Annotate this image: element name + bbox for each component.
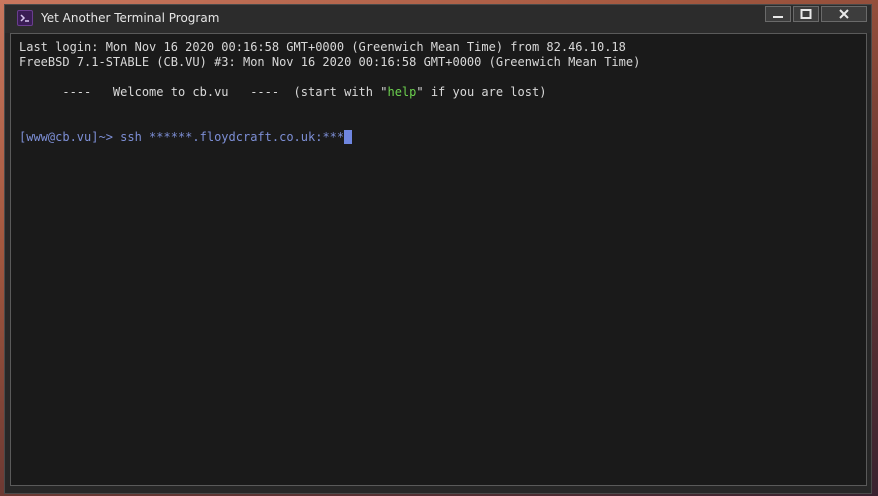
minimize-button[interactable] <box>765 6 791 22</box>
close-icon <box>839 9 849 19</box>
window-title: Yet Another Terminal Program <box>41 11 220 25</box>
minimize-icon <box>773 16 783 18</box>
system-info-line: FreeBSD 7.1-STABLE (CB.VU) #3: Mon Nov 1… <box>19 55 641 69</box>
welcome-text-prefix: ---- Welcome to cb.vu ---- (start with " <box>19 85 388 99</box>
command-input[interactable]: ssh ******.floydcraft.co.uk:*** <box>120 130 344 144</box>
welcome-text-suffix: " if you are lost) <box>416 85 547 99</box>
maximize-icon <box>800 9 812 19</box>
close-button[interactable] <box>821 6 867 22</box>
welcome-line: ---- Welcome to cb.vu ---- (start with "… <box>19 85 866 100</box>
last-login-line: Last login: Mon Nov 16 2020 00:16:58 GMT… <box>19 40 626 54</box>
text-cursor <box>344 130 353 144</box>
terminal-window: Yet Another Terminal Program Last login:… <box>4 4 872 494</box>
help-keyword: help <box>387 85 417 99</box>
maximize-button[interactable] <box>793 6 819 22</box>
shell-prompt: [www@cb.vu]~> <box>19 130 121 144</box>
title-bar[interactable]: Yet Another Terminal Program <box>5 5 871 33</box>
command-line[interactable]: [www@cb.vu]~> ssh ******.floydcraft.co.u… <box>19 130 866 145</box>
terminal-app-icon <box>17 10 33 26</box>
terminal-output[interactable]: Last login: Mon Nov 16 2020 00:16:58 GMT… <box>10 33 867 486</box>
